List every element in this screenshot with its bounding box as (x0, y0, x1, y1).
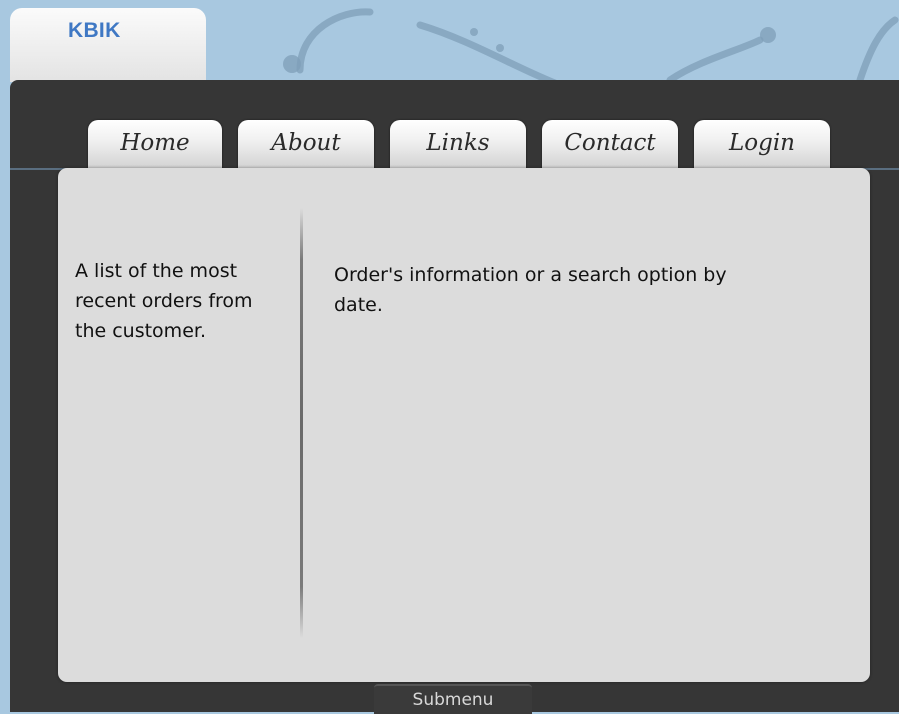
tab-links[interactable]: Links (390, 120, 526, 172)
tab-login[interactable]: Login (694, 120, 830, 172)
tab-contact[interactable]: Contact (542, 120, 678, 172)
tab-home[interactable]: Home (88, 120, 222, 172)
content-panel: A list of the most recent orders from th… (58, 168, 870, 682)
submenu-tab[interactable]: Submenu (374, 684, 532, 714)
column-divider (300, 208, 303, 638)
logo-tab[interactable]: KBIK (10, 8, 206, 82)
sidebar-description: A list of the most recent orders from th… (75, 260, 253, 342)
logo-text: KBIK (68, 19, 121, 42)
tab-about[interactable]: About (238, 120, 374, 172)
main-description: Order's information or a search option b… (334, 264, 727, 316)
